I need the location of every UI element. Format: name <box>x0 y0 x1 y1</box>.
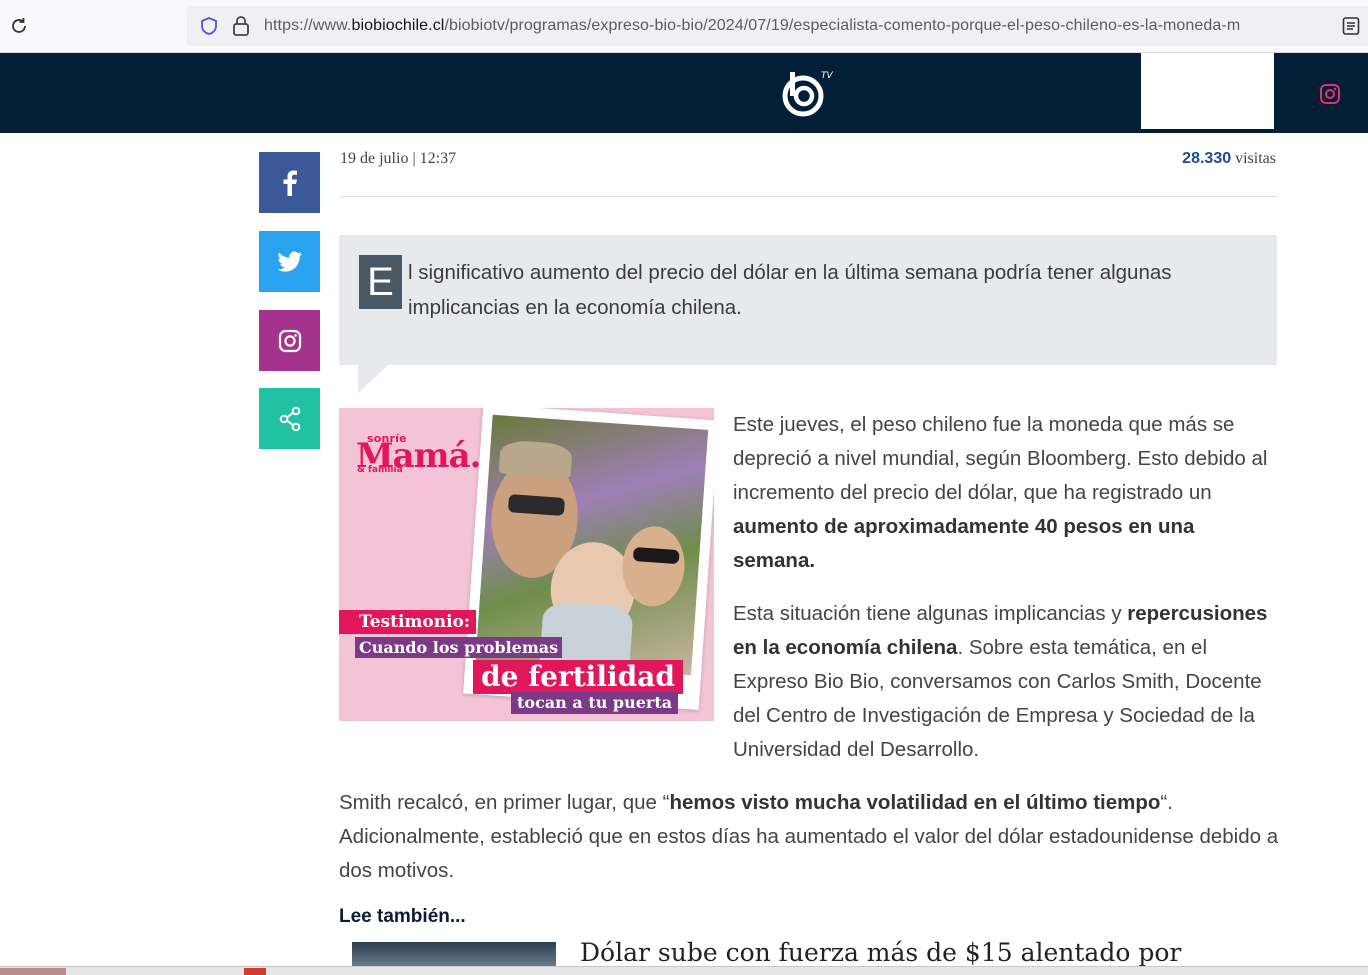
advertisement-banner[interactable]: sonríe Mamá. & familia Testimonio: Cuand… <box>339 408 714 721</box>
address-bar[interactable]: https://www.biobiochile.cl/biobiotv/prog… <box>187 6 1368 46</box>
url-host: biobiochile.cl <box>351 17 445 34</box>
visits-count: 28.330 <box>1182 150 1232 167</box>
article-paragraph: Esta situación tiene algunas implicancia… <box>733 597 1281 767</box>
related-article-link[interactable]: Dólar sube con fuerza más de $15 alentad… <box>580 938 1181 967</box>
ad-brand-sub: & familia <box>357 465 403 475</box>
share-icon <box>279 406 300 431</box>
related-heading: Lee también... <box>339 906 466 927</box>
article-date: 19 de julio | 12:37 <box>340 150 457 167</box>
reader-view-icon[interactable] <box>1342 16 1360 36</box>
header-ad-slot <box>1141 53 1274 129</box>
article-paragraph: Este jueves, el peso chileno fue la mone… <box>733 408 1281 578</box>
ad-headline-1: Testimonio: <box>339 610 477 634</box>
ad-headline-2: Cuando los problemas <box>355 637 563 658</box>
url-text[interactable]: https://www.biobiochile.cl/biobiotv/prog… <box>264 15 1324 37</box>
paragraph-text: Esta situación tiene algunas implicancia… <box>733 602 1128 625</box>
reload-icon[interactable] <box>8 15 30 37</box>
instagram-icon[interactable] <box>1318 82 1342 106</box>
lead-text: l significativo aumento del precio del d… <box>408 261 1172 319</box>
paragraph-text: Este jueves, el peso chileno fue la mone… <box>733 413 1268 504</box>
lead-speech-tail <box>358 365 388 393</box>
instagram-share-button[interactable] <box>259 310 320 371</box>
twitter-icon <box>277 250 302 272</box>
paragraph-bold: aumento de aproximadamente 40 pesos en u… <box>733 515 1195 572</box>
url-path: /biobiotv/programas/expreso-bio-bio/2024… <box>444 17 1241 34</box>
meta-divider <box>340 196 1277 197</box>
facebook-share-button[interactable] <box>259 152 320 213</box>
ad-headline-3: de fertilidad <box>473 660 683 694</box>
browser-toolbar: https://www.biobiochile.cl/biobiotv/prog… <box>0 0 1368 53</box>
lock-icon[interactable] <box>231 15 251 37</box>
paragraph-text: Smith recalcó, en primer lugar, que “ <box>339 791 670 814</box>
site-header: TV <box>0 53 1368 133</box>
url-host-prefix: https://www. <box>264 17 352 34</box>
more-share-button[interactable] <box>259 388 320 449</box>
instagram-icon <box>278 329 301 352</box>
twitter-share-button[interactable] <box>259 231 320 292</box>
lead-dropcap: E <box>359 255 402 309</box>
facebook-icon <box>283 170 297 196</box>
article-lead: E l significativo aumento del precio del… <box>339 235 1277 365</box>
article-visits: 28.330 visitas <box>1182 150 1276 168</box>
svg-text:TV: TV <box>821 71 833 81</box>
tracking-protection-icon[interactable] <box>199 16 219 36</box>
visits-label: visitas <box>1235 150 1276 167</box>
ad-headline-4: tocan a tu puerta <box>511 692 679 714</box>
biobiotv-logo[interactable]: TV <box>779 68 835 120</box>
article-paragraph: Smith recalcó, en primer lugar, que “hem… <box>339 786 1279 888</box>
paragraph-bold: hemos visto mucha volatilidad en el últi… <box>669 791 1161 814</box>
